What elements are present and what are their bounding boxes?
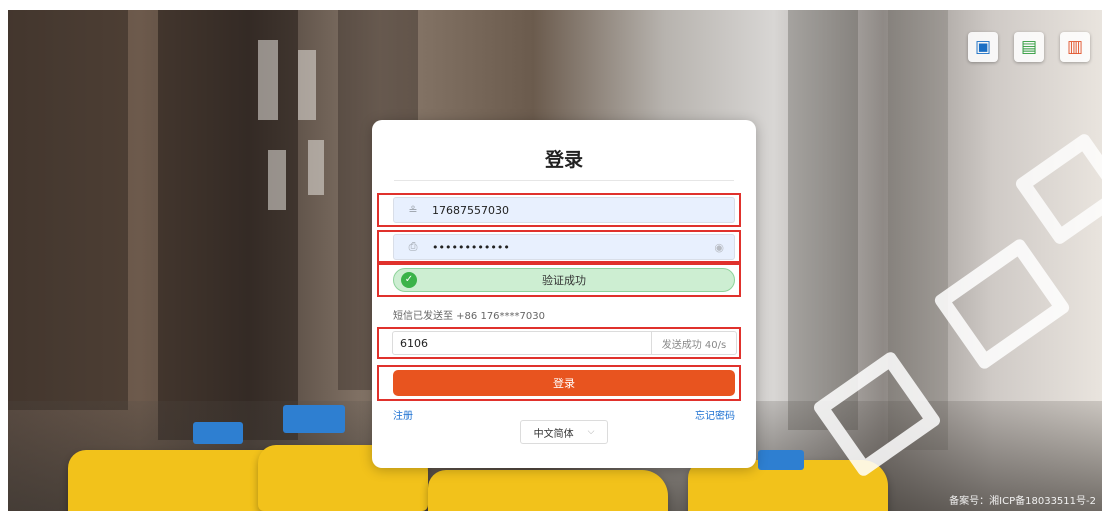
login-card: 登录 ≗ 17687557030 ⎙ •••••••••••• ◉ ✓ 验证成功… xyxy=(372,120,756,468)
slider-verify-bar[interactable]: ✓ 验证成功 xyxy=(393,268,735,292)
top-icon-bar: ▣ ▤ ▥ xyxy=(968,32,1090,62)
sms-code-row: 6106 发送成功 40/s xyxy=(392,331,737,355)
icp-record: 备案号：湘ICP备18033511号-2 xyxy=(949,496,1096,507)
sms-code-input[interactable]: 6106 xyxy=(393,332,651,354)
login-button[interactable]: 登录 xyxy=(393,370,735,396)
forgot-password-link[interactable]: 忘记密码 xyxy=(695,407,735,422)
language-value: 中文简体 xyxy=(533,428,574,440)
manual-icon[interactable]: ▤ xyxy=(1014,32,1044,62)
eye-icon[interactable]: ◉ xyxy=(714,241,724,254)
verify-status: 验证成功 xyxy=(542,274,586,287)
password-value: •••••••••••• xyxy=(432,240,510,254)
phone-field[interactable]: ≗ 17687557030 xyxy=(393,197,735,223)
lock-icon: ⎙ xyxy=(408,240,418,253)
register-link[interactable]: 注册 xyxy=(393,407,413,422)
language-select[interactable]: 中文简体 ⌵ xyxy=(520,420,608,444)
title-divider xyxy=(394,180,734,181)
user-icon: ≗ xyxy=(408,203,418,217)
presentation-icon[interactable]: ▥ xyxy=(1060,32,1090,62)
send-code-button[interactable]: 发送成功 40/s xyxy=(651,332,736,354)
login-title: 登录 xyxy=(544,149,583,171)
download-app-icon[interactable]: ▣ xyxy=(968,32,998,62)
chevron-down-icon: ⌵ xyxy=(587,427,595,437)
phone-value: 17687557030 xyxy=(432,203,509,217)
check-icon: ✓ xyxy=(401,272,417,288)
sms-sent-hint: 短信已发送至 +86 176****7030 xyxy=(393,311,545,322)
password-field[interactable]: ⎙ •••••••••••• ◉ xyxy=(393,234,735,260)
